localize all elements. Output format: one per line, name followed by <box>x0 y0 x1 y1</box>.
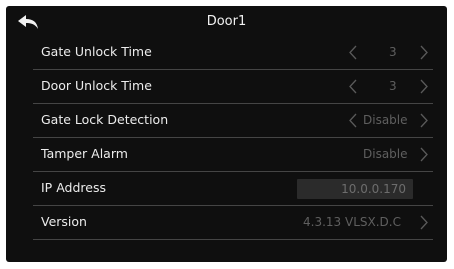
door-unlock-time-row: Door Unlock Time 3 <box>33 70 433 104</box>
ip-address-label: IP Address <box>41 180 106 195</box>
door-unlock-time-value: 3 <box>389 79 397 93</box>
gate-unlock-time-label: Gate Unlock Time <box>41 44 152 59</box>
header-bar: Door1 <box>6 6 447 36</box>
gate-lock-detection-value: Disable <box>363 113 408 127</box>
version-value: 4.3.13 VLSX.D.C <box>303 215 401 229</box>
chevron-right-icon[interactable] <box>419 45 429 60</box>
chevron-left-icon[interactable] <box>348 113 358 128</box>
gate-lock-detection-row: Gate Lock Detection Disable <box>33 104 433 138</box>
chevron-right-icon[interactable] <box>419 113 429 128</box>
ip-address-value: 10.0.0.170 <box>341 182 406 196</box>
tamper-alarm-row: Tamper Alarm Disable <box>33 138 433 172</box>
gate-lock-detection-label: Gate Lock Detection <box>41 112 169 127</box>
tamper-alarm-label: Tamper Alarm <box>41 146 128 161</box>
page-title: Door1 <box>206 14 247 29</box>
chevron-left-icon[interactable] <box>348 45 358 60</box>
ip-address-field[interactable]: 10.0.0.170 <box>297 179 413 199</box>
version-row: Version 4.3.13 VLSX.D.C <box>33 206 433 240</box>
gate-unlock-time-row: Gate Unlock Time 3 <box>33 36 433 70</box>
version-label: Version <box>41 214 87 229</box>
chevron-right-icon[interactable] <box>419 79 429 94</box>
chevron-left-icon[interactable] <box>348 79 358 94</box>
tamper-alarm-value: Disable <box>363 147 408 161</box>
door-settings-screen: Door1 Gate Unlock Time 3 Door Unlock Tim… <box>6 6 447 262</box>
ip-address-row: IP Address 10.0.0.170 <box>33 172 433 206</box>
chevron-right-icon[interactable] <box>419 215 429 230</box>
gate-unlock-time-value: 3 <box>389 45 397 59</box>
door-unlock-time-label: Door Unlock Time <box>41 78 152 93</box>
chevron-right-icon[interactable] <box>419 147 429 162</box>
